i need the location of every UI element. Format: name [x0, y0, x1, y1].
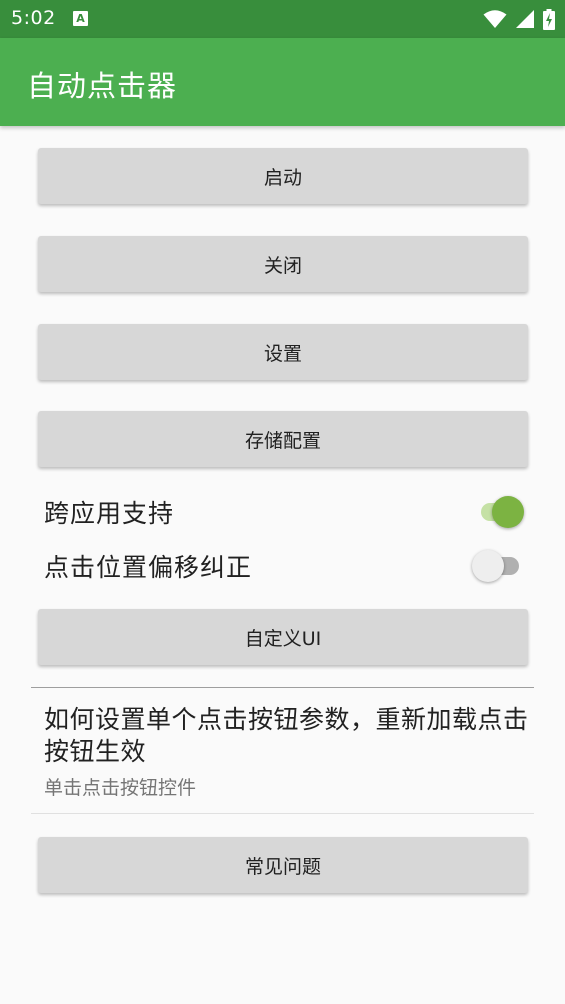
status-icons [483, 8, 555, 30]
offset-correction-label: 点击位置偏移纠正 [44, 553, 253, 582]
status-bar: 5:02 A [0, 0, 565, 38]
settings-button[interactable]: 设置 [38, 324, 528, 380]
help-item-subtitle: 单击点击按钮控件 [44, 777, 197, 799]
divider [31, 687, 534, 688]
save-config-button[interactable]: 存储配置 [38, 411, 528, 467]
wifi-icon [483, 10, 507, 28]
switch-thumb [492, 496, 524, 528]
status-time: 5:02 [11, 7, 56, 29]
custom-ui-button[interactable]: 自定义UI [38, 609, 528, 665]
start-button[interactable]: 启动 [38, 148, 528, 204]
offset-correction-switch[interactable] [472, 549, 524, 583]
switch-thumb [472, 550, 504, 582]
cross-app-support-label: 跨应用支持 [44, 499, 175, 528]
faq-button[interactable]: 常见问题 [38, 837, 528, 893]
signal-icon [516, 10, 534, 28]
cross-app-support-row[interactable]: 跨应用支持 [44, 492, 524, 532]
notification-a-icon: A [73, 11, 88, 26]
battery-charging-icon [543, 8, 555, 30]
divider [31, 813, 534, 814]
help-item-title: 如何设置单个点击按钮参数，重新加载点击按钮生效 [44, 705, 529, 766]
app-bar: 自动点击器 [0, 38, 565, 126]
close-button[interactable]: 关闭 [38, 236, 528, 292]
app-title: 自动点击器 [27, 69, 178, 103]
offset-correction-row[interactable]: 点击位置偏移纠正 [44, 546, 524, 586]
cross-app-support-switch[interactable] [472, 495, 524, 529]
